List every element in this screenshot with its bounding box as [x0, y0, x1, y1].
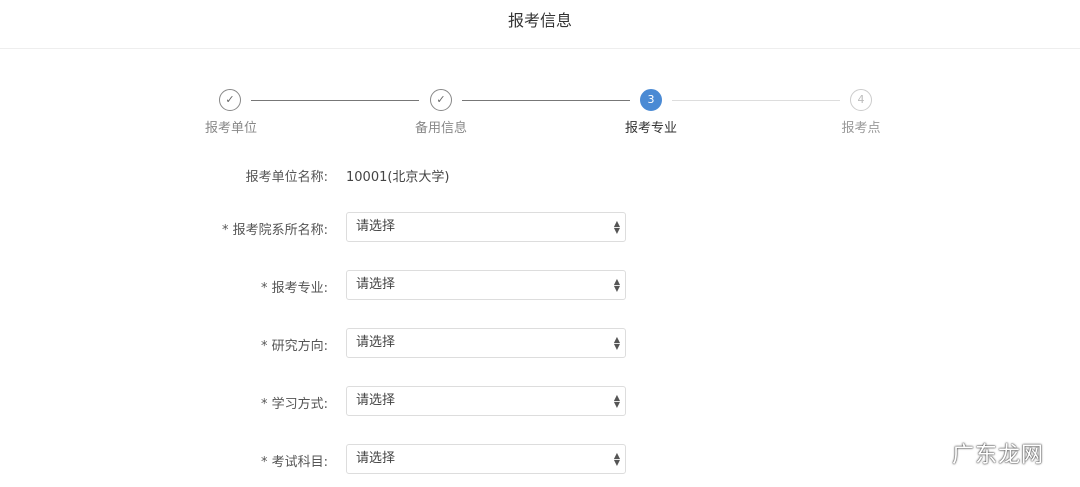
select-value: 请选择 — [356, 219, 396, 234]
sort-arrows-icon: ▲ ▼ — [613, 219, 620, 235]
unit-label: 报考单位名称: — [245, 170, 328, 185]
step-4-indicator: 4 — [850, 89, 872, 111]
step-2-label: 备用信息 — [414, 121, 467, 136]
step-1-label: 报考单位 — [204, 121, 257, 136]
research-direction-select[interactable]: 请选择 ▲ ▼ — [346, 328, 626, 358]
select-value: 请选择 — [356, 451, 396, 466]
step-4-label: 报考点 — [841, 121, 881, 136]
unit-value: 10001(北京大学) — [346, 170, 450, 185]
sort-arrows-icon: ▲ ▼ — [613, 451, 620, 467]
select-value: 请选择 — [356, 277, 396, 292]
study-mode-label: * 学习方式: — [260, 397, 328, 412]
major-label: * 报考专业: — [260, 281, 328, 296]
sort-arrows-icon: ▲ ▼ — [613, 393, 620, 409]
step-3-indicator: 3 — [640, 89, 662, 111]
study-mode-select[interactable]: 请选择 ▲ ▼ — [346, 386, 626, 416]
step-1-check-icon: ✓ — [219, 89, 241, 111]
step-3-label: 报考专业 — [624, 121, 677, 136]
department-select[interactable]: 请选择 ▲ ▼ — [346, 212, 626, 242]
sort-arrows-icon: ▲ ▼ — [613, 335, 620, 351]
page-title: 报考信息 — [507, 11, 572, 30]
exam-subjects-select[interactable]: 请选择 ▲ ▼ — [346, 444, 626, 474]
step-connector — [672, 100, 840, 101]
step-connector — [462, 100, 630, 101]
page-header: 报考信息 — [0, 0, 1080, 49]
select-value: 请选择 — [356, 393, 396, 408]
sort-arrows-icon: ▲ ▼ — [613, 277, 620, 293]
department-label: * 报考院系所名称: — [221, 223, 328, 238]
select-value: 请选择 — [356, 335, 396, 350]
step-connector — [251, 100, 419, 101]
research-direction-label: * 研究方向: — [260, 339, 328, 354]
major-select[interactable]: 请选择 ▲ ▼ — [346, 270, 626, 300]
step-2-check-icon: ✓ — [430, 89, 452, 111]
watermark: 广东龙网 — [951, 443, 1044, 468]
exam-subjects-label: * 考试科目: — [260, 455, 328, 470]
